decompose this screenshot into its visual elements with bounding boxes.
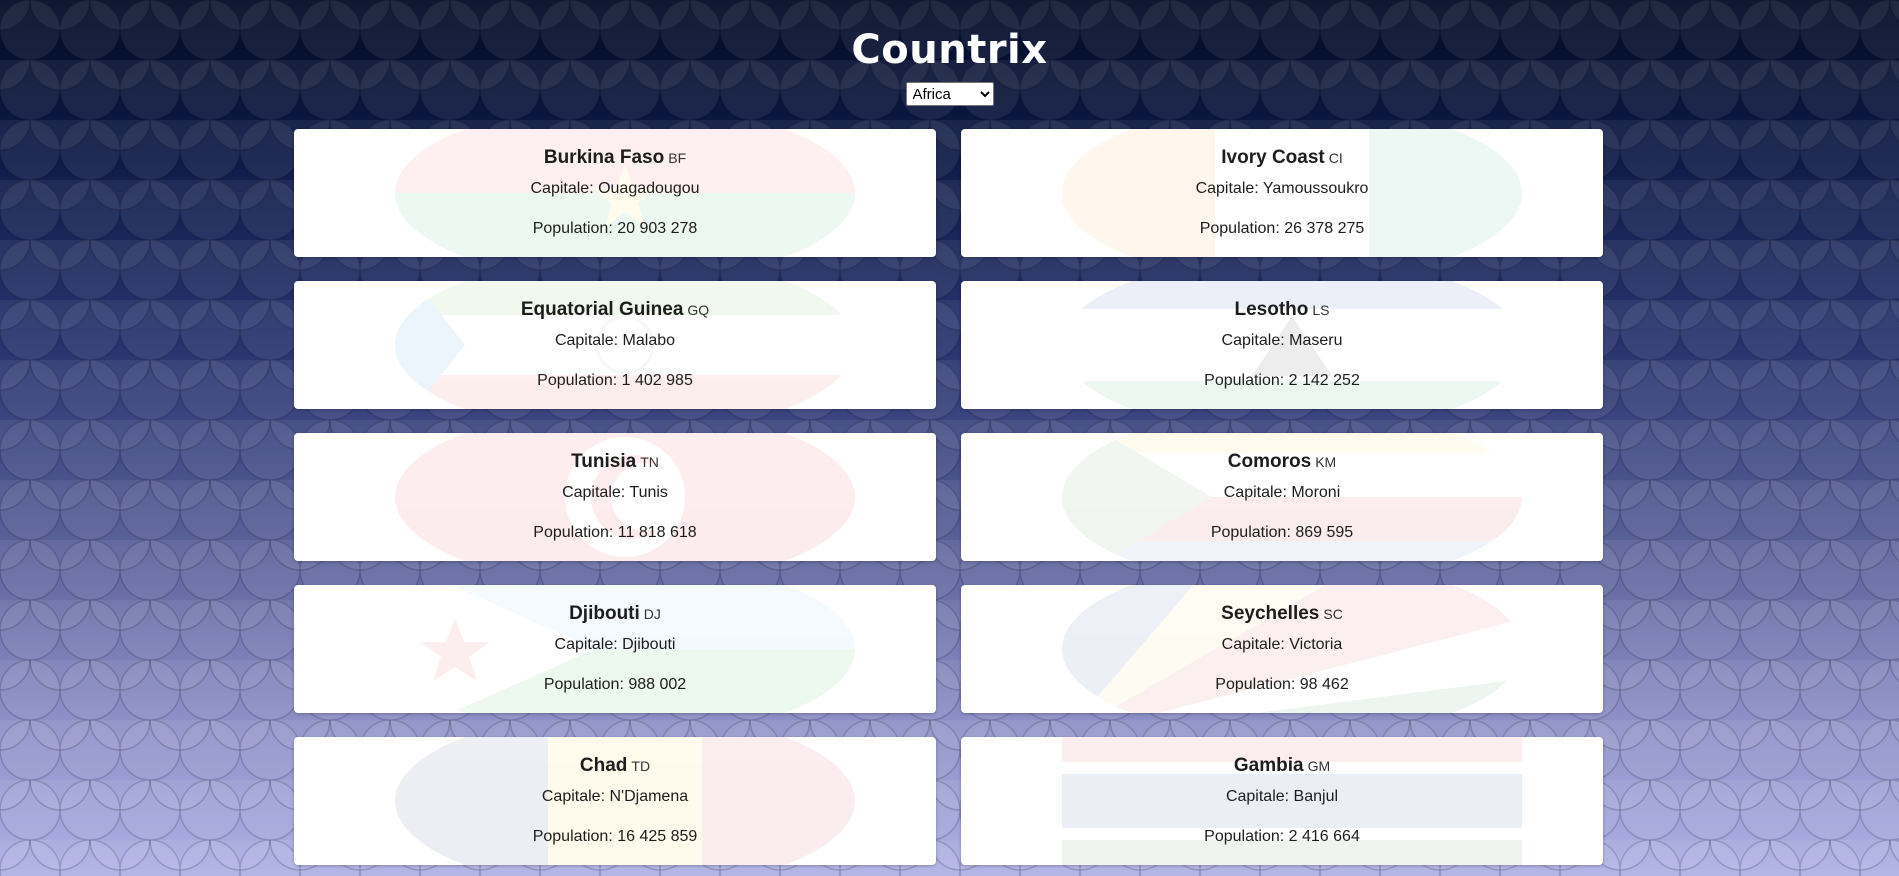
region-select[interactable]: Africa <box>905 82 994 106</box>
country-population: Population: 1 402 985 <box>537 372 693 389</box>
country-capital: Capitale: Ouagadougou <box>530 180 700 197</box>
country-capital: Capitale: Victoria <box>1221 636 1343 653</box>
country-capital: Capitale: Banjul <box>1225 788 1339 805</box>
country-name: Comoros <box>1227 451 1312 472</box>
country-code: TN <box>640 454 659 470</box>
country-card[interactable]: Gambia GM Capitale: Banjul Population: 2 … <box>961 737 1603 865</box>
country-capital: Capitale: Djibouti <box>554 636 676 653</box>
country-card[interactable]: Lesotho LS Capitale: Maseru Population: 2… <box>961 281 1603 409</box>
country-name: Lesotho <box>1234 299 1309 320</box>
country-name: Ivory Coast <box>1221 147 1325 168</box>
country-population: Population: 2 416 664 <box>1204 828 1360 845</box>
country-population: Population: 98 462 <box>1215 676 1349 693</box>
country-population: Population: 988 002 <box>543 676 687 693</box>
country-capital: Capitale: Malabo <box>554 332 676 349</box>
country-card[interactable]: Burkina Faso BF Capitale: Ouagadougou Pop… <box>294 129 936 257</box>
country-capital: Capitale: Moroni <box>1223 484 1341 501</box>
country-code: GQ <box>687 302 710 318</box>
country-card[interactable]: Tunisia TN Capitale: Tunis Population: 11… <box>294 433 936 561</box>
country-code: CI <box>1328 150 1343 166</box>
country-capital: Capitale: Maseru <box>1221 332 1343 349</box>
country-name: Tunisia <box>571 451 637 472</box>
app-title: Countrix <box>851 27 1048 73</box>
country-code: LS <box>1312 302 1330 318</box>
country-name: Equatorial Guinea <box>520 299 684 320</box>
country-card[interactable]: Seychelles SC Capitale: Victoria Populati… <box>961 585 1603 713</box>
country-code: GM <box>1307 758 1331 774</box>
country-name: Burkina Faso <box>543 147 665 168</box>
country-name: Djibouti <box>569 603 640 624</box>
country-capital: Capitale: Tunis <box>562 484 668 501</box>
country-population: Population: 2 142 252 <box>1204 372 1360 389</box>
country-grid: Burkina Faso BF Capitale: Ouagadougou Pop… <box>294 129 1603 865</box>
country-card[interactable]: Chad TD Capitale: N'Djamena Population: 1… <box>294 737 936 865</box>
country-name: Seychelles <box>1221 603 1320 624</box>
country-card[interactable]: Equatorial Guinea GQ Capitale: Malabo Pop… <box>294 281 936 409</box>
country-code: TD <box>631 758 651 774</box>
page-header: Countrix Africa <box>0 0 1899 106</box>
country-population: Population: 869 595 <box>1210 524 1354 541</box>
country-card[interactable]: Djibouti DJ Capitale: Djibouti Population… <box>294 585 936 713</box>
country-population: Population: 11 818 618 <box>533 524 697 541</box>
country-card[interactable]: Comoros KM Capitale: Moroni Population: 8… <box>961 433 1603 561</box>
country-card[interactable]: Ivory Coast CI Capitale: Yamoussoukro Pop… <box>961 129 1603 257</box>
country-code: BF <box>668 150 687 166</box>
country-capital: Capitale: Yamoussoukro <box>1195 180 1369 197</box>
country-code: DJ <box>643 606 661 622</box>
country-capital: Capitale: N'Djamena <box>541 788 689 805</box>
country-population: Population: 20 903 278 <box>532 220 698 237</box>
country-name: Chad <box>579 755 628 776</box>
country-population: Population: 26 378 275 <box>1199 220 1365 237</box>
region-select-wrapper: Africa <box>0 82 1899 106</box>
country-code: KM <box>1315 454 1337 470</box>
country-name: Gambia <box>1233 755 1304 776</box>
country-population: Population: 16 425 859 <box>532 828 698 845</box>
country-code: SC <box>1323 606 1343 622</box>
